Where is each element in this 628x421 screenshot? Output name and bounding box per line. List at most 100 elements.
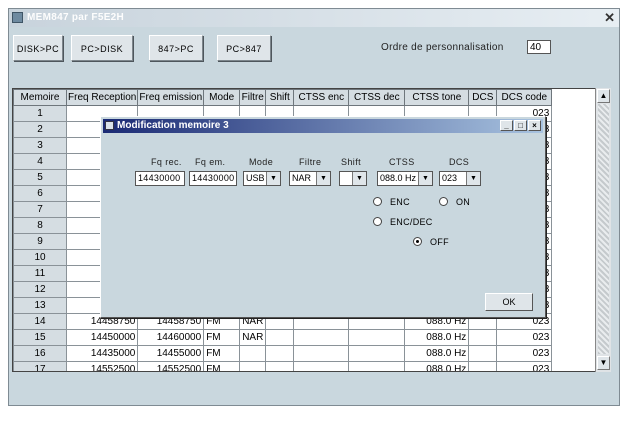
table-cell[interactable] xyxy=(265,361,295,371)
rx-freq-input[interactable]: 14430000 xyxy=(135,171,185,186)
row-number-cell[interactable]: 15 xyxy=(13,329,67,346)
radio-on[interactable]: ON xyxy=(439,197,470,207)
table-cell[interactable] xyxy=(293,345,350,362)
tx-freq-label: Fq em. xyxy=(195,157,226,167)
radio-enc-dec-dot[interactable] xyxy=(373,217,382,226)
table-cell[interactable]: 023 xyxy=(496,329,553,346)
table-cell[interactable]: 088.0 Hz xyxy=(404,329,470,346)
row-number-cell[interactable]: 10 xyxy=(13,249,67,266)
row-number-cell[interactable]: 7 xyxy=(13,201,67,218)
table-cell[interactable]: FM xyxy=(203,361,241,371)
column-header[interactable]: CTSS dec xyxy=(348,89,406,106)
pc-to-847-button[interactable]: PC>847 xyxy=(217,35,271,61)
table-cell[interactable]: NAR xyxy=(239,329,267,346)
radio-on-dot[interactable] xyxy=(439,197,448,206)
row-number-cell[interactable]: 6 xyxy=(13,185,67,202)
row-number-cell[interactable]: 2 xyxy=(13,121,67,138)
table-cell[interactable] xyxy=(468,329,498,346)
table-cell[interactable]: 023 xyxy=(496,345,553,362)
title-bar: MEM847 par F5E2H ✕ xyxy=(9,9,619,27)
table-cell[interactable]: 14435000 xyxy=(65,345,139,362)
table-cell[interactable] xyxy=(239,345,267,362)
table-cell[interactable]: 023 xyxy=(496,361,553,371)
shift-select[interactable]: ▼ xyxy=(339,171,367,186)
close-icon[interactable]: ✕ xyxy=(604,10,615,26)
table-cell[interactable]: 088.0 Hz xyxy=(404,361,470,371)
chevron-down-icon[interactable]: ▼ xyxy=(266,172,280,185)
radio-enc[interactable]: ENC xyxy=(373,197,410,207)
table-cell[interactable]: 14460000 xyxy=(137,329,205,346)
row-number-cell[interactable]: 5 xyxy=(13,169,67,186)
radio-enc-dec[interactable]: ENC/DEC xyxy=(373,217,433,227)
column-header[interactable]: DCS code xyxy=(496,89,553,106)
minimize-icon[interactable]: _ xyxy=(500,120,513,131)
table-row[interactable]: 17 14552500 14552500 FM 088.0 Hz 023 xyxy=(13,361,553,371)
table-cell[interactable]: 088.0 Hz xyxy=(404,345,470,362)
table-cell[interactable] xyxy=(293,329,350,346)
column-header[interactable]: CTSS tone xyxy=(404,89,470,106)
scroll-down-icon[interactable]: ▼ xyxy=(597,356,610,370)
dialog-close-icon[interactable]: × xyxy=(528,120,541,131)
maximize-icon[interactable]: □ xyxy=(514,120,527,131)
radio-off[interactable]: OFF xyxy=(413,237,449,247)
radio-off-dot[interactable] xyxy=(413,237,422,246)
row-number-cell[interactable]: 16 xyxy=(13,345,67,362)
ok-button[interactable]: OK xyxy=(485,293,533,311)
column-header[interactable]: Memoire xyxy=(13,89,67,106)
row-number-cell[interactable]: 13 xyxy=(13,297,67,314)
row-number-cell[interactable]: 1 xyxy=(13,105,67,122)
table-cell[interactable] xyxy=(468,361,498,371)
vertical-scrollbar[interactable]: ▲ ▼ xyxy=(595,88,611,372)
table-cell[interactable] xyxy=(239,361,267,371)
row-number-cell[interactable]: 11 xyxy=(13,265,67,282)
table-cell[interactable] xyxy=(265,329,295,346)
column-header[interactable]: Filtre xyxy=(239,89,267,106)
radio-enc-dot[interactable] xyxy=(373,197,382,206)
column-header[interactable]: Freq emission xyxy=(137,89,205,106)
table-cell[interactable]: 14450000 xyxy=(65,329,139,346)
column-header[interactable]: Freq Reception xyxy=(65,89,139,106)
scroll-up-icon[interactable]: ▲ xyxy=(597,89,610,103)
chevron-down-icon[interactable]: ▼ xyxy=(352,172,366,185)
dcs-select[interactable]: 023 ▼ xyxy=(439,171,481,186)
table-cell[interactable]: FM xyxy=(203,329,241,346)
ctss-select[interactable]: 088.0 Hz ▼ xyxy=(377,171,433,186)
table-cell[interactable]: 14552500 xyxy=(137,361,205,371)
chevron-down-icon[interactable]: ▼ xyxy=(418,172,432,185)
column-header[interactable]: Mode xyxy=(203,89,241,106)
table-cell[interactable] xyxy=(348,329,406,346)
row-number-cell[interactable]: 14 xyxy=(13,313,67,330)
disk-to-pc-button[interactable]: DISK>PC xyxy=(13,35,63,61)
table-cell[interactable] xyxy=(348,361,406,371)
847-to-pc-button[interactable]: 847>PC xyxy=(149,35,203,61)
window-title: MEM847 par F5E2H xyxy=(27,12,125,23)
table-cell[interactable]: 14455000 xyxy=(137,345,205,362)
table-cell[interactable] xyxy=(348,345,406,362)
pc-to-disk-button[interactable]: PC>DISK xyxy=(71,35,133,61)
table-cell[interactable] xyxy=(468,345,498,362)
dialog-title-bar: Modification memoire 3 _ □ × xyxy=(103,119,543,133)
column-header[interactable]: DCS xyxy=(468,89,498,106)
table-cell[interactable] xyxy=(265,345,295,362)
table-cell[interactable] xyxy=(293,361,350,371)
row-number-cell[interactable]: 9 xyxy=(13,233,67,250)
personalization-input[interactable]: 40 xyxy=(527,40,551,54)
row-number-cell[interactable]: 4 xyxy=(13,153,67,170)
row-number-cell[interactable]: 17 xyxy=(13,361,67,371)
row-number-cell[interactable]: 8 xyxy=(13,217,67,234)
scroll-track[interactable] xyxy=(598,104,609,354)
tx-freq-input[interactable]: 14430000 xyxy=(189,171,237,186)
row-number-cell[interactable]: 12 xyxy=(13,281,67,298)
mode-select[interactable]: USB ▼ xyxy=(243,171,281,186)
table-row[interactable]: 15 14450000 14460000 FM NAR 088.0 Hz 023 xyxy=(13,329,553,346)
chevron-down-icon[interactable]: ▼ xyxy=(316,172,330,185)
table-cell[interactable]: FM xyxy=(203,345,241,362)
dialog-title: Modification memoire 3 xyxy=(117,120,229,131)
table-cell[interactable]: 14552500 xyxy=(65,361,139,371)
table-row[interactable]: 16 14435000 14455000 FM 088.0 Hz 023 xyxy=(13,345,553,362)
filtre-select[interactable]: NAR ▼ xyxy=(289,171,331,186)
row-number-cell[interactable]: 3 xyxy=(13,137,67,154)
column-header[interactable]: CTSS enc xyxy=(293,89,350,106)
chevron-down-icon[interactable]: ▼ xyxy=(466,172,480,185)
column-header[interactable]: Shift xyxy=(265,89,295,106)
